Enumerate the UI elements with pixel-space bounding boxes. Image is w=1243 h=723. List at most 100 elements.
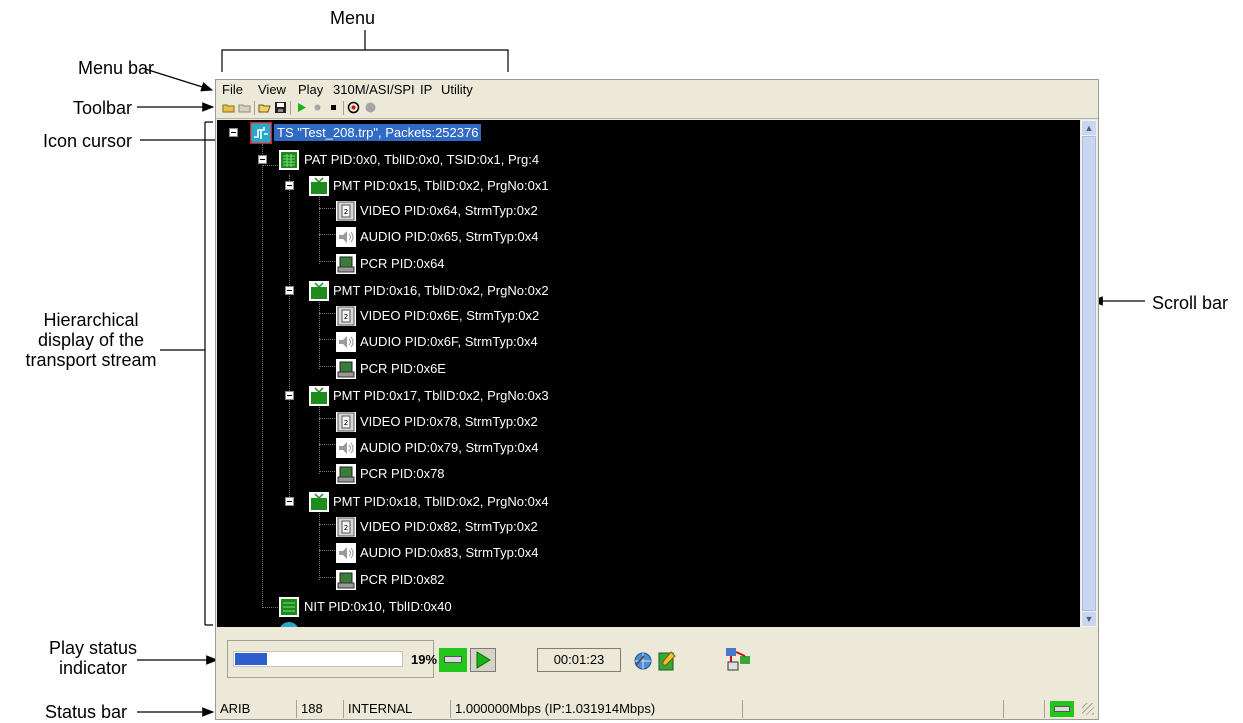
audio-speaker-icon [336, 543, 356, 563]
play-status-panel: 19% 00:01:23 [216, 628, 1098, 698]
play-status-indicator [439, 648, 467, 672]
callout-play-status-line-2: indicator [58, 658, 128, 678]
scroll-up-icon[interactable]: ▲ [1082, 121, 1096, 135]
menu-bar: File View Play 310M/ASI/SPI IP Utility [216, 80, 1098, 98]
pcr-clock-icon [336, 464, 356, 484]
tree-node-label: PCR PID:0x82 [360, 572, 445, 587]
status-empty-cell [1003, 700, 1045, 718]
tree-node-audio[interactable]: AUDIO PID:0x6F, StrmTyp:0x4 [217, 331, 717, 353]
record-icon[interactable] [311, 101, 324, 114]
tree-node-nit[interactable]: NIT PID:0x10, TblID:0x40 [217, 596, 717, 618]
svg-text:2: 2 [344, 313, 348, 321]
folder-icon[interactable] [238, 101, 251, 114]
tree-node-audio[interactable]: AUDIO PID:0x65, StrmTyp:0x4 [217, 226, 717, 248]
tree-node-label: TS "Test_208.trp", Packets:252376 [274, 124, 482, 141]
tree-node-label: PMT PID:0x16, TblID:0x2, PrgNo:0x2 [333, 283, 549, 298]
tree-node-partial [279, 622, 299, 627]
tree-node-pcr[interactable]: PCR PID:0x6E [217, 358, 717, 380]
tree-node-pcr[interactable]: PCR PID:0x78 [217, 463, 717, 485]
tv-program-icon [309, 386, 329, 406]
status-standard: ARIB [216, 700, 297, 718]
tv-program-icon [309, 176, 329, 196]
callout-scroll-bar: Scroll bar [1152, 293, 1229, 313]
tree-node-label: VIDEO PID:0x78, StrmTyp:0x2 [360, 414, 538, 429]
tree-node-pmt[interactable]: PMT PID:0x16, TblID:0x2, PrgNo:0x2 [217, 280, 717, 302]
tree-node-audio[interactable]: AUDIO PID:0x79, StrmTyp:0x4 [217, 437, 717, 459]
video-film-icon: 2 [336, 517, 356, 537]
tree-node-video[interactable]: 2 VIDEO PID:0x82, StrmTyp:0x2 [217, 516, 717, 538]
callout-hierarchy-line-1: Hierarchical [43, 310, 139, 330]
tree-node-pmt[interactable]: PMT PID:0x18, TblID:0x2, PrgNo:0x4 [217, 491, 717, 513]
video-film-icon: 2 [336, 306, 356, 326]
tree-node-pcr[interactable]: PCR PID:0x64 [217, 253, 717, 275]
tree-node-label: PMT PID:0x15, TblID:0x2, PrgNo:0x1 [333, 178, 549, 193]
loop-icon[interactable] [347, 101, 360, 114]
nit-table-icon [279, 597, 299, 617]
status-activity-indicator [1050, 701, 1074, 717]
pcr-clock-icon [336, 359, 356, 379]
open-file-icon[interactable] [258, 101, 271, 114]
tree-node-video[interactable]: 2 VIDEO PID:0x6E, StrmTyp:0x2 [217, 305, 717, 327]
callout-hierarchy-line-3: transport stream [25, 350, 157, 370]
video-film-icon: 2 [336, 201, 356, 221]
scroll-down-icon[interactable]: ▼ [1082, 612, 1096, 626]
progress-track [233, 651, 403, 667]
stop-bar-icon [444, 656, 462, 663]
transport-stream-icon [250, 122, 272, 144]
tree-node-label: NIT PID:0x10, TblID:0x40 [304, 599, 452, 614]
tree-node-audio[interactable]: AUDIO PID:0x83, StrmTyp:0x4 [217, 542, 717, 564]
status-bitrate: 1.000000Mbps (IP:1.031914Mbps) [451, 700, 743, 718]
pause-icon[interactable] [364, 101, 377, 114]
open-folder-icon[interactable] [222, 101, 235, 114]
vertical-scrollbar[interactable]: ▲ ▼ [1081, 120, 1097, 627]
tree-node-pmt[interactable]: PMT PID:0x17, TblID:0x2, PrgNo:0x3 [217, 385, 717, 407]
network-globe-icon[interactable] [632, 650, 654, 672]
toolbar-separator [343, 101, 344, 115]
menu-utility[interactable]: Utility [441, 82, 473, 97]
tree-node-pat[interactable]: PAT PID:0x0, TblID:0x0, TSID:0x1, Prg:4 [217, 149, 717, 171]
play-icon[interactable] [295, 101, 308, 114]
tree-node-pmt[interactable]: PMT PID:0x15, TblID:0x2, PrgNo:0x1 [217, 175, 717, 197]
pat-table-icon [279, 150, 299, 170]
svg-text:2: 2 [344, 208, 348, 216]
edit-settings-icon[interactable] [657, 650, 677, 672]
save-icon[interactable] [274, 101, 287, 114]
tree-node-label: AUDIO PID:0x6F, StrmTyp:0x4 [360, 334, 538, 349]
tree-node-pcr[interactable]: PCR PID:0x82 [217, 569, 717, 591]
play-button[interactable] [470, 648, 496, 672]
video-film-icon: 2 [336, 412, 356, 432]
play-progress-box: 19% [227, 640, 437, 678]
toolbar [216, 98, 1098, 119]
tree-node-video[interactable]: 2 VIDEO PID:0x78, StrmTyp:0x2 [217, 411, 717, 433]
toolbar-separator [254, 101, 255, 115]
transport-stream-tree[interactable]: TS "Test_208.trp", Packets:252376 PAT PI… [217, 120, 1080, 627]
callout-play-status-line-1: Play status [48, 638, 138, 658]
tv-program-icon [309, 281, 329, 301]
tree-node-label: PCR PID:0x64 [360, 256, 445, 271]
analyzer-window: File View Play 310M/ASI/SPI IP Utility T… [215, 79, 1099, 720]
elapsed-time-display: 00:01:23 [537, 648, 621, 672]
menu-file[interactable]: File [222, 82, 243, 97]
tv-program-icon [309, 492, 329, 512]
menu-view[interactable]: View [258, 82, 286, 97]
tree-node-video[interactable]: 2 VIDEO PID:0x64, StrmTyp:0x2 [217, 200, 717, 222]
menu-310m-asi-spi[interactable]: 310M/ASI/SPI [333, 82, 415, 97]
tree-node-label: AUDIO PID:0x83, StrmTyp:0x4 [360, 545, 539, 560]
callout-menu: Menu [330, 8, 376, 28]
resize-grip-icon[interactable] [1082, 703, 1094, 715]
status-clock-source: INTERNAL [344, 700, 451, 718]
svg-text:2: 2 [344, 419, 348, 427]
status-bar: ARIB 188 INTERNAL 1.000000Mbps (IP:1.031… [216, 699, 1098, 719]
tree-node-label: PAT PID:0x0, TblID:0x0, TSID:0x1, Prg:4 [304, 152, 540, 167]
callout-status-bar: Status bar [45, 702, 128, 722]
tree-node-label: PCR PID:0x6E [360, 361, 446, 376]
scroll-thumb[interactable] [1082, 136, 1096, 611]
network-diagram-icon[interactable] [724, 646, 752, 672]
menu-ip[interactable]: IP [420, 82, 432, 97]
menu-play[interactable]: Play [298, 82, 323, 97]
callout-toolbar: Toolbar [73, 98, 133, 118]
stop-icon[interactable] [327, 101, 340, 114]
toolbar-separator [290, 101, 291, 115]
tree-node-label: AUDIO PID:0x79, StrmTyp:0x4 [360, 440, 539, 455]
tree-node-ts-root[interactable]: TS "Test_208.trp", Packets:252376 [217, 122, 617, 144]
